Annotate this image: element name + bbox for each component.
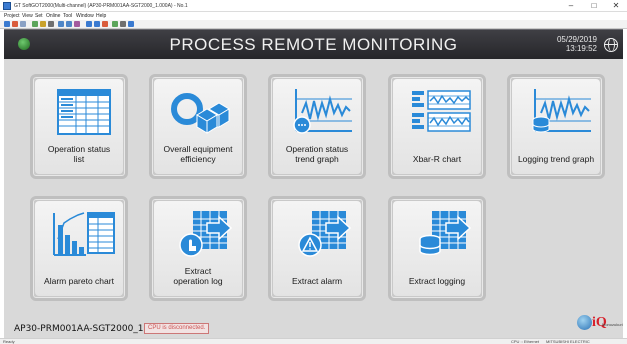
close-button[interactable]: ✕ [605,0,627,12]
globe-icon[interactable] [604,38,618,52]
menu-project[interactable]: Project [4,12,20,20]
tile-label: Operation status trend graph [285,144,349,164]
menu-set[interactable]: Set [35,12,43,20]
status-ready: Ready [3,339,15,344]
window-status-bar: Ready CPU :: Ethernet MITSUBISHI ELECTRI… [0,338,627,344]
toolbar-monitor-icon[interactable] [40,21,46,27]
window-titlebar: GT SoftGOT2000(Multi-channel) (AP30-PRM0… [0,0,627,12]
alarm-pareto-chart-icon [53,212,115,256]
window-title: GT SoftGOT2000(Multi-channel) (AP30-PRM0… [14,3,188,9]
tile-label: Extract logging [408,276,466,286]
toolbar-write-icon[interactable] [66,21,72,27]
tile-xbar-r-chart[interactable]: Xbar-R chart [388,74,486,179]
tile-logging-trend-graph[interactable]: Logging trend graph [507,74,605,179]
extract-alarm-icon [298,211,352,257]
tile-extract-alarm[interactable]: Extract alarm [268,196,366,301]
clock-date: 05/29/2019 [556,35,597,44]
tile-operation-status-trend-graph[interactable]: Operation status trend graph [268,74,366,179]
operation-status-trend-graph-icon [293,89,352,134]
page-title: PROCESS REMOTE MONITORING [169,35,458,54]
tile-extract-logging[interactable]: Extract logging [388,196,486,301]
clock: 05/29/2019 13:19:52 [557,35,597,53]
status-connection: CPU :: Ethernet [511,339,540,344]
tile-label: Alarm pareto chart [44,276,114,286]
toolbar [0,20,627,29]
toolbar-stop-icon[interactable] [48,21,54,27]
screen-header: PROCESS REMOTE MONITORING 05/29/2019 13:… [4,29,623,59]
app-icon [3,2,11,10]
menu-bar: Project View Set Online Tool Window Help [0,12,627,20]
logging-trend-graph-icon [532,89,591,133]
tile-label: Overall equipment efficiency [163,144,233,164]
toolbar-print-icon[interactable] [20,21,26,27]
menu-help[interactable]: Help [96,12,106,20]
toolbar-screen-icon[interactable] [86,21,92,27]
toolbar-start-icon[interactable] [32,21,38,27]
overall-equipment-efficiency-icon [171,93,230,134]
toolbar-save-icon[interactable] [12,21,18,27]
cpu-status-badge: CPU is disconnected. [144,323,210,334]
extract-logging-icon [419,211,472,256]
tile-operation-status-list[interactable]: Operation status list [30,74,128,179]
menu-panel: Operation status list Overall equipment … [4,59,623,338]
tile-label: Logging trend graph [517,154,595,164]
toolbar-alarm-icon[interactable] [102,21,108,27]
tile-label: Extract operation log [173,266,223,286]
toolbar-open-icon[interactable] [4,21,10,27]
iq-logo: iQ Monozukuri [575,312,623,334]
toolbar-read-icon[interactable] [58,21,64,27]
menu-view[interactable]: View [22,12,33,20]
tile-extract-operation-log[interactable]: Extract operation log [149,196,247,301]
tile-overall-equipment-efficiency[interactable]: Overall equipment efficiency [149,74,247,179]
logo-globe-icon [577,315,592,330]
menu-window[interactable]: Window [76,12,94,20]
tile-alarm-pareto-chart[interactable]: Alarm pareto chart [30,196,128,301]
menu-tool[interactable]: Tool [63,12,72,20]
clock-time: 13:19:52 [565,44,597,53]
toolbar-zoom-icon[interactable] [120,21,126,27]
toolbar-settings-icon[interactable] [112,21,118,27]
menu-online[interactable]: Online [46,12,60,20]
toolbar-grid-icon[interactable] [94,21,100,27]
maximize-button[interactable]: □ [583,0,605,12]
xbar-r-chart-icon [412,90,471,132]
status-vendor: MITSUBISHI ELECTRIC [546,339,590,344]
minimize-button[interactable]: – [560,0,582,12]
logo-subtext: Monozukuri [602,322,623,327]
tile-label: Extract alarm [291,276,343,286]
screen-status-line: AP30-PRM001AA-SGT2000_1.000A CPU is disc… [4,315,623,338]
tile-label: Operation status list [47,144,111,164]
toolbar-device-icon[interactable] [74,21,80,27]
extract-operation-log-icon [179,211,233,257]
tile-label: Xbar-R chart [412,154,462,164]
operation-status-list-icon [57,89,111,135]
toolbar-help-icon[interactable] [128,21,134,27]
